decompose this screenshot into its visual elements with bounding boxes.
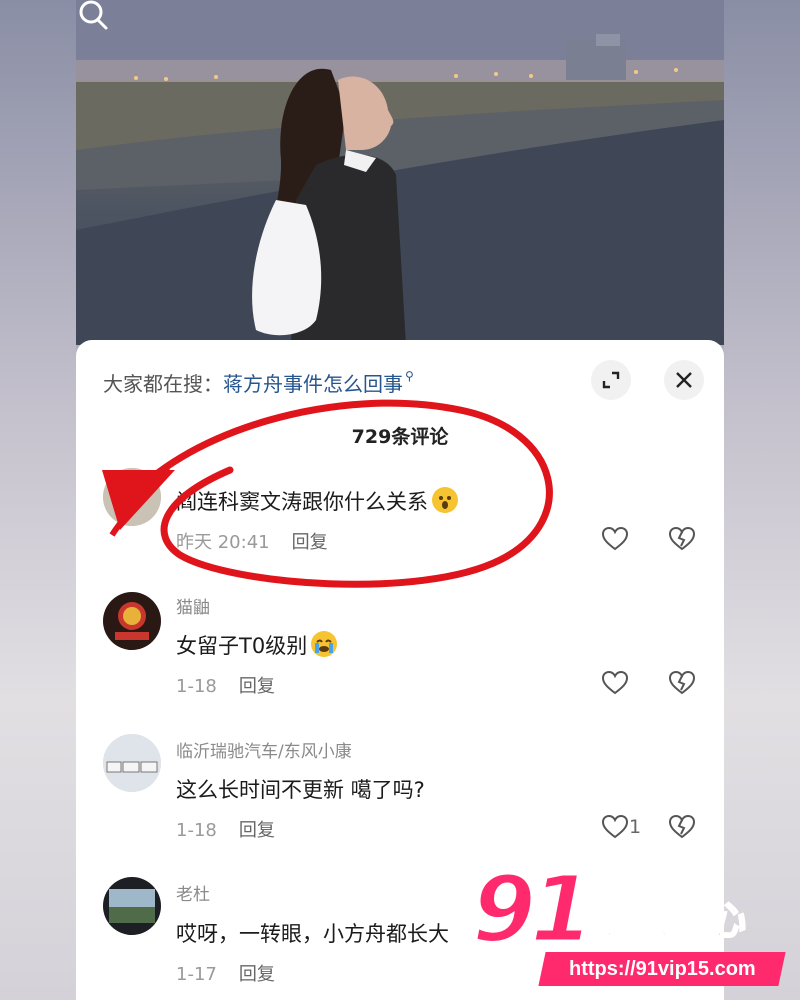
reply-button[interactable]: 回复 (292, 532, 328, 553)
comment-text: 阎连科窦文涛跟你什么关系 (176, 486, 458, 516)
expand-button[interactable] (591, 360, 631, 400)
comment-username[interactable]: 临沂瑞驰汽车/东风小康 (176, 737, 352, 762)
avatar-image (103, 468, 161, 526)
video-player[interactable] (76, 0, 724, 345)
comments-count: 729条评论 (351, 426, 449, 448)
comment-time: 1-18 (176, 820, 217, 841)
trending-search[interactable]: 大家都在搜： 蒋方舟事件怎么回事 ⚲ (103, 366, 414, 398)
comment-meta: 昨天 20:41 回复 (176, 528, 328, 554)
avatar-image (103, 877, 161, 935)
heart-icon (601, 814, 629, 839)
comment-username[interactable]: 老杜 (176, 880, 210, 905)
video-frame-image (76, 0, 724, 345)
watermark-title: 吃瓜中心 (591, 898, 745, 944)
reply-button[interactable]: 回复 (239, 676, 275, 697)
comment-text-content: 阎连科窦文涛跟你什么关系 (176, 490, 428, 514)
comment-meta: 1-18 回复 (176, 672, 275, 698)
comment-text: 女留子T0级别 (176, 630, 338, 660)
like-button[interactable]: 1 (601, 814, 641, 840)
close-icon (676, 372, 692, 388)
comment-time: 1-18 (176, 676, 217, 697)
comment-text: 这么长时间不更新 噶了吗? (176, 778, 425, 802)
search-icon[interactable] (76, 0, 110, 34)
broken-heart-icon (668, 814, 696, 839)
comment-meta: 1-17 回复 (176, 960, 275, 986)
avatar[interactable] (103, 468, 161, 526)
broken-heart-icon (668, 670, 696, 695)
heart-icon (601, 526, 629, 551)
dislike-button[interactable] (668, 814, 696, 844)
reply-button[interactable]: 回复 (239, 964, 275, 985)
background-blur-left (0, 0, 76, 1000)
expand-icon (602, 371, 620, 389)
avatar[interactable] (103, 592, 161, 650)
comment-text: 哎呀，一转眼，小方舟都长大 (176, 922, 449, 946)
like-count: 1 (629, 816, 642, 838)
like-button[interactable] (601, 670, 629, 696)
search-icon: ⚲ (405, 369, 414, 383)
watermark-number: 91 (470, 856, 595, 963)
background-blur-right (724, 0, 800, 1000)
comment-time: 昨天 20:41 (176, 532, 270, 553)
comment-text-content: 女留子T0级别 (176, 634, 308, 658)
reply-button[interactable]: 回复 (239, 820, 275, 841)
heart-icon (601, 670, 629, 695)
trending-search-query[interactable]: 蒋方舟事件怎么回事 (223, 368, 403, 397)
avatar-image (103, 592, 161, 650)
like-button[interactable] (601, 526, 629, 552)
crying-face-emoji (311, 631, 338, 657)
comment-meta: 1-18 回复 (176, 816, 275, 842)
broken-heart-icon (668, 526, 696, 551)
comment-username[interactable]: 猫鼬 (176, 593, 210, 618)
watermark-url: https://91vip15.com (538, 952, 786, 986)
trending-search-prefix: 大家都在搜： (103, 371, 223, 396)
avatar[interactable] (103, 734, 161, 792)
dislike-button[interactable] (668, 526, 696, 556)
dislike-button[interactable] (668, 670, 696, 700)
avatar-image (103, 734, 161, 792)
watermark-url-text: https://91vip15.com (568, 958, 756, 980)
surprised-face-emoji (432, 487, 458, 513)
close-button[interactable] (664, 360, 704, 400)
comment-time: 1-17 (176, 964, 217, 985)
site-watermark: 91 吃瓜中心 https://91vip15.com (470, 856, 792, 990)
avatar[interactable] (103, 877, 161, 935)
